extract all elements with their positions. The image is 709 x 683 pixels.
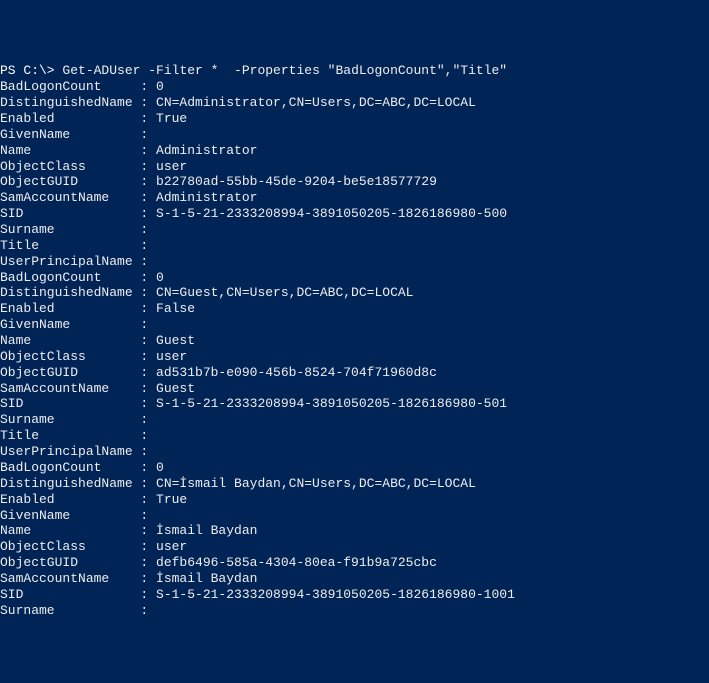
output-line: Title : bbox=[0, 238, 709, 254]
output-line: BadLogonCount : 0 bbox=[0, 79, 709, 95]
output-line: SamAccountName : İsmail Baydan bbox=[0, 571, 709, 587]
output-line: ObjectClass : user bbox=[0, 159, 709, 175]
output-line: SID : S-1-5-21-2333208994-3891050205-182… bbox=[0, 587, 709, 603]
output-line: Name : Administrator bbox=[0, 143, 709, 159]
output-line: Surname : bbox=[0, 603, 709, 619]
output-line: Enabled : True bbox=[0, 111, 709, 127]
output-area: BadLogonCount : 0DistinguishedName : CN=… bbox=[0, 79, 709, 618]
output-line: DistinguishedName : CN=Guest,CN=Users,DC… bbox=[0, 285, 709, 301]
output-line: Name : İsmail Baydan bbox=[0, 523, 709, 539]
output-line: SID : S-1-5-21-2333208994-3891050205-182… bbox=[0, 396, 709, 412]
output-line: Name : Guest bbox=[0, 333, 709, 349]
output-line: BadLogonCount : 0 bbox=[0, 460, 709, 476]
output-line: BadLogonCount : 0 bbox=[0, 270, 709, 286]
output-line: Enabled : True bbox=[0, 492, 709, 508]
prompt: PS C:\> bbox=[0, 63, 62, 78]
powershell-terminal[interactable]: PS C:\> Get-ADUser -Filter * -Properties… bbox=[0, 63, 709, 603]
output-line: ObjectClass : user bbox=[0, 349, 709, 365]
output-line: SID : S-1-5-21-2333208994-3891050205-182… bbox=[0, 206, 709, 222]
output-line: ObjectClass : user bbox=[0, 539, 709, 555]
output-line: Surname : bbox=[0, 222, 709, 238]
output-line: ObjectGUID : b22780ad-55bb-45de-9204-be5… bbox=[0, 174, 709, 190]
output-line: UserPrincipalName : bbox=[0, 254, 709, 270]
command-line: PS C:\> Get-ADUser -Filter * -Properties… bbox=[0, 63, 507, 78]
output-line: Surname : bbox=[0, 412, 709, 428]
command-text: Get-ADUser -Filter * -Properties "BadLog… bbox=[62, 63, 507, 78]
output-line: DistinguishedName : CN=İsmail Baydan,CN=… bbox=[0, 476, 709, 492]
output-line: GivenName : bbox=[0, 317, 709, 333]
output-line: UserPrincipalName : bbox=[0, 444, 709, 460]
output-line: GivenName : bbox=[0, 508, 709, 524]
output-line: GivenName : bbox=[0, 127, 709, 143]
output-line: Title : bbox=[0, 428, 709, 444]
output-line: SamAccountName : Guest bbox=[0, 381, 709, 397]
output-line: Enabled : False bbox=[0, 301, 709, 317]
output-line: ObjectGUID : defb6496-585a-4304-80ea-f91… bbox=[0, 555, 709, 571]
output-line: SamAccountName : Administrator bbox=[0, 190, 709, 206]
output-line: ObjectGUID : ad531b7b-e090-456b-8524-704… bbox=[0, 365, 709, 381]
output-line: DistinguishedName : CN=Administrator,CN=… bbox=[0, 95, 709, 111]
